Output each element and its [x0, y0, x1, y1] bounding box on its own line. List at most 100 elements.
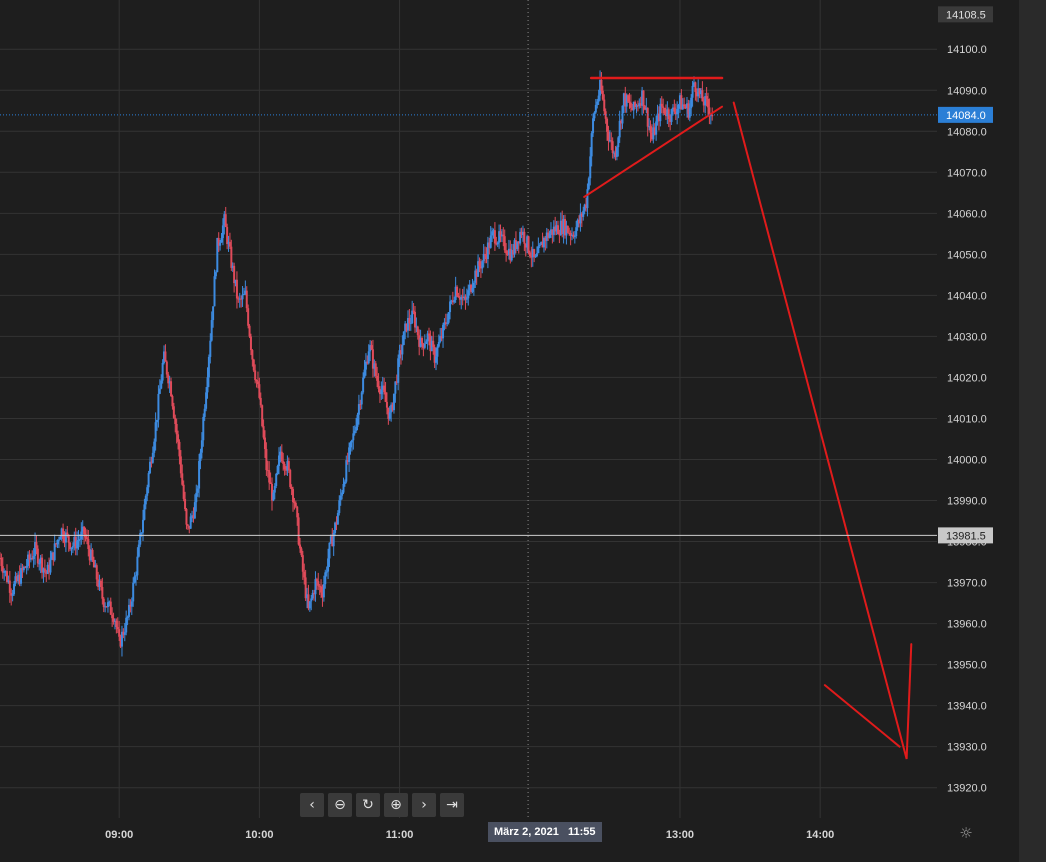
price-tick-label: 14090.0 [947, 85, 987, 97]
price-marker-current: 14084.0 [946, 110, 986, 122]
candle-body [284, 464, 286, 469]
candle-body [243, 294, 245, 295]
candle-body [449, 301, 451, 312]
candle-body [289, 470, 291, 487]
candle-body [323, 584, 325, 597]
candle-body [533, 249, 535, 257]
candle-body [212, 306, 214, 320]
target-wedge-line [825, 685, 900, 747]
candle-body [497, 243, 499, 245]
candle-body [142, 520, 144, 533]
chevron-right-icon[interactable]: › [412, 793, 436, 817]
candle-body [351, 440, 353, 442]
candle-body [202, 417, 204, 440]
candle-body [166, 362, 168, 375]
candle-body [275, 474, 277, 486]
zoom-in-icon[interactable]: ⊕ [384, 793, 408, 817]
candle-body [456, 287, 458, 296]
candle-body [600, 80, 602, 91]
time-tick-label: 14:00 [806, 829, 834, 841]
candle-body [187, 525, 189, 526]
zoom-out-icon[interactable]: ⊖ [328, 793, 352, 817]
candle-body [194, 502, 196, 518]
candle-body [59, 537, 61, 540]
candle-body [183, 485, 185, 499]
candle-body [354, 431, 356, 434]
price-tick-label: 14070.0 [947, 167, 987, 179]
candle-body [250, 337, 252, 351]
candle-body [299, 545, 301, 549]
candle-body [352, 433, 354, 440]
candle-body [160, 381, 162, 389]
candle-body [38, 563, 40, 564]
chevron-left-icon[interactable]: ‹ [300, 793, 324, 817]
candle-body [125, 618, 127, 633]
candle-body [471, 288, 473, 292]
candle-body [6, 571, 8, 582]
time-tick-label: 13:00 [666, 829, 694, 841]
candle-body [291, 487, 293, 489]
candle-body [143, 504, 145, 519]
time-axis: 09:0010:0011:0013:0014:00 [105, 829, 834, 841]
candle-body [156, 420, 158, 422]
candle-body [117, 627, 119, 629]
scroll-to-end-icon[interactable]: ⇥ [440, 793, 464, 817]
candle-body [557, 225, 559, 234]
candle-body [270, 483, 272, 484]
candle-body [421, 338, 423, 344]
settings-icon[interactable]: ☼ [957, 824, 975, 842]
candle-body [107, 602, 109, 607]
price-tick-label: 14060.0 [947, 208, 987, 220]
candle-body [678, 105, 680, 109]
candle-body [257, 381, 259, 384]
candle-body [184, 499, 186, 509]
candle-body [214, 276, 216, 306]
candle-body [316, 579, 318, 581]
price-chart[interactable]: 14100.014090.014080.014070.014060.014050… [0, 0, 1046, 862]
candle-body [612, 141, 614, 153]
candle-body [324, 572, 326, 584]
candle-body [135, 575, 137, 576]
candle-body [298, 517, 300, 544]
candle-body [606, 119, 608, 132]
candle-body [338, 500, 340, 513]
candle-body [62, 529, 64, 539]
candle-body [378, 381, 380, 389]
candle-body [204, 409, 206, 417]
candle-body [355, 427, 357, 431]
candle-body [115, 621, 117, 627]
candle-body [138, 545, 140, 557]
candle-body [263, 426, 265, 437]
candle-body [337, 513, 339, 524]
candle-body [491, 231, 493, 235]
candle-body [588, 178, 590, 189]
candle-body [222, 225, 224, 238]
reset-icon[interactable]: ↻ [356, 793, 380, 817]
candle-body [617, 137, 619, 147]
candle-body [58, 540, 60, 541]
candle-body [676, 109, 678, 114]
candle-body [446, 323, 448, 324]
candlestick-series [0, 70, 713, 656]
candle-body [582, 211, 584, 217]
candle-body [314, 579, 316, 594]
candle-body [177, 434, 179, 442]
candle-body [199, 453, 201, 461]
candle-body [110, 602, 112, 615]
candle-body [33, 556, 35, 559]
candle-body [155, 422, 157, 441]
candle-body [288, 461, 290, 470]
price-marker-top: 14108.5 [946, 9, 986, 21]
candle-body [246, 291, 248, 309]
candle-body [190, 517, 192, 529]
price-marker-crosshair: 13981.5 [946, 530, 986, 542]
candle-body [368, 351, 370, 363]
candle-body [159, 389, 161, 394]
candle-body [671, 109, 673, 122]
candle-body [394, 381, 396, 393]
candle-body [575, 227, 577, 236]
candle-body [157, 394, 159, 420]
price-tick-label: 14050.0 [947, 249, 987, 261]
candle-body [403, 331, 405, 344]
candle-body [435, 357, 437, 363]
